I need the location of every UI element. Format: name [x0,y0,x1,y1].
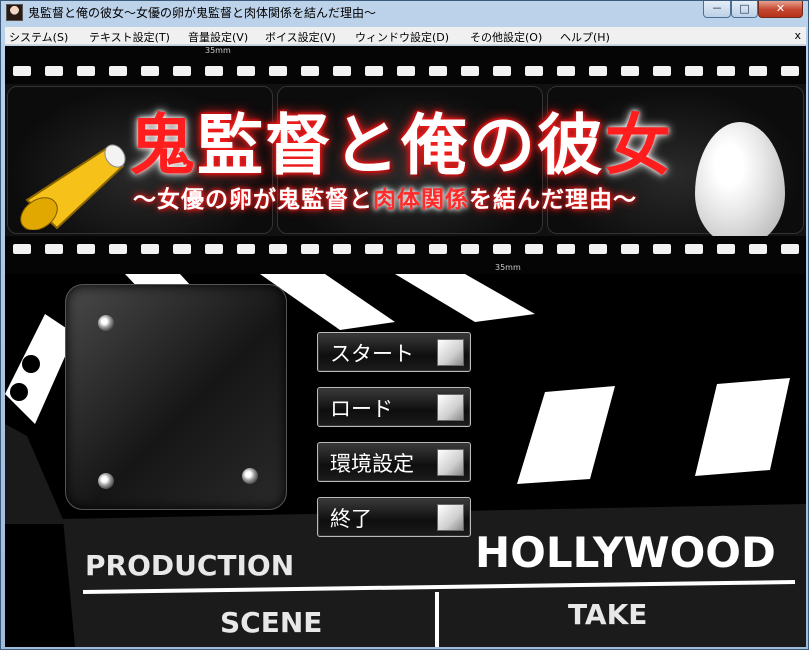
start-button[interactable]: スタート [317,332,471,372]
game-subtitle: ～女優の卵が鬼監督と肉体関係を結んだ理由～ [133,180,637,214]
game-title-part1: 鬼 [129,107,197,184]
menu-voice-settings[interactable]: ボイス設定(V) [265,29,336,45]
menu-system[interactable]: システム(S) [9,29,68,45]
film-strip-bottom: 35mm [5,236,806,274]
game-title: 鬼監督と俺の彼女 [129,92,673,188]
screw-bottom-left [98,473,114,489]
load-button-label: ロード [330,397,393,421]
maximize-button[interactable]: □ [731,1,758,18]
game-title-part2: 監督と俺の彼 [197,107,605,184]
settings-button[interactable]: 環境設定 [317,442,471,482]
screw-bottom-right [242,468,258,484]
exit-button-indicator [437,504,464,531]
menu-other-settings[interactable]: その他設定(O) [470,29,542,45]
game-window: 鬼監督と俺の彼女～女優の卵が鬼監督と肉体関係を結んだ理由～ － □ ✕ システム… [0,0,809,650]
screw-top-left [98,315,114,331]
scene-label: SCENE [220,606,323,639]
game-title-part3: 女 [605,107,673,184]
start-button-label: スタート [330,342,414,366]
game-title-screen: 35mm 鬼監督と俺の彼女 ～女優の卵が鬼監督と肉体関係を結んだ理由～ 35mm… [5,46,806,647]
title-bar[interactable]: 鬼監督と俺の彼女～女優の卵が鬼監督と肉体関係を結んだ理由～ － □ ✕ [1,1,808,25]
minimize-button[interactable]: － [703,1,731,18]
menubar-close-button[interactable]: x [794,29,801,42]
film-mark-top: 35mm [205,46,231,55]
game-subtitle-part3: を結んだ理由～ [469,187,637,213]
exit-button[interactable]: 終了 [317,497,471,537]
menu-volume-settings[interactable]: 音量設定(V) [188,29,248,45]
hollywood-label: HOLLYWOOD [475,528,776,577]
exit-button-label: 終了 [330,507,372,531]
load-button-indicator [437,394,464,421]
start-button-indicator [437,339,464,366]
menu-text-settings[interactable]: テキスト設定(T) [89,29,170,45]
production-label: PRODUCTION [85,549,295,582]
menu-bar: システム(S) テキスト設定(T) 音量設定(V) ボイス設定(V) ウィンドウ… [5,27,806,45]
load-button[interactable]: ロード [317,387,471,427]
clapper-metal-plate [65,284,287,510]
megaphone-icon [20,144,126,230]
film-mark-bottom: 35mm [495,263,521,272]
window-title: 鬼監督と俺の彼女～女優の卵が鬼監督と肉体関係を結んだ理由～ [28,6,377,20]
take-label: TAKE [568,598,648,631]
title-banner: 鬼監督と俺の彼女 ～女優の卵が鬼監督と肉体関係を結んだ理由～ [5,84,806,262]
game-subtitle-part2: 肉体関係 [373,187,469,213]
character-portrait-icon[interactable] [6,4,23,21]
settings-button-indicator [437,449,464,476]
film-strip-top: 35mm [5,46,806,84]
settings-button-label: 環境設定 [330,452,414,476]
menu-help[interactable]: ヘルプ(H) [560,29,610,45]
menu-window-settings[interactable]: ウィンドウ設定(D) [355,29,449,45]
game-subtitle-part1: ～女優の卵が鬼監督と [133,187,373,213]
close-button[interactable]: ✕ [758,1,803,18]
